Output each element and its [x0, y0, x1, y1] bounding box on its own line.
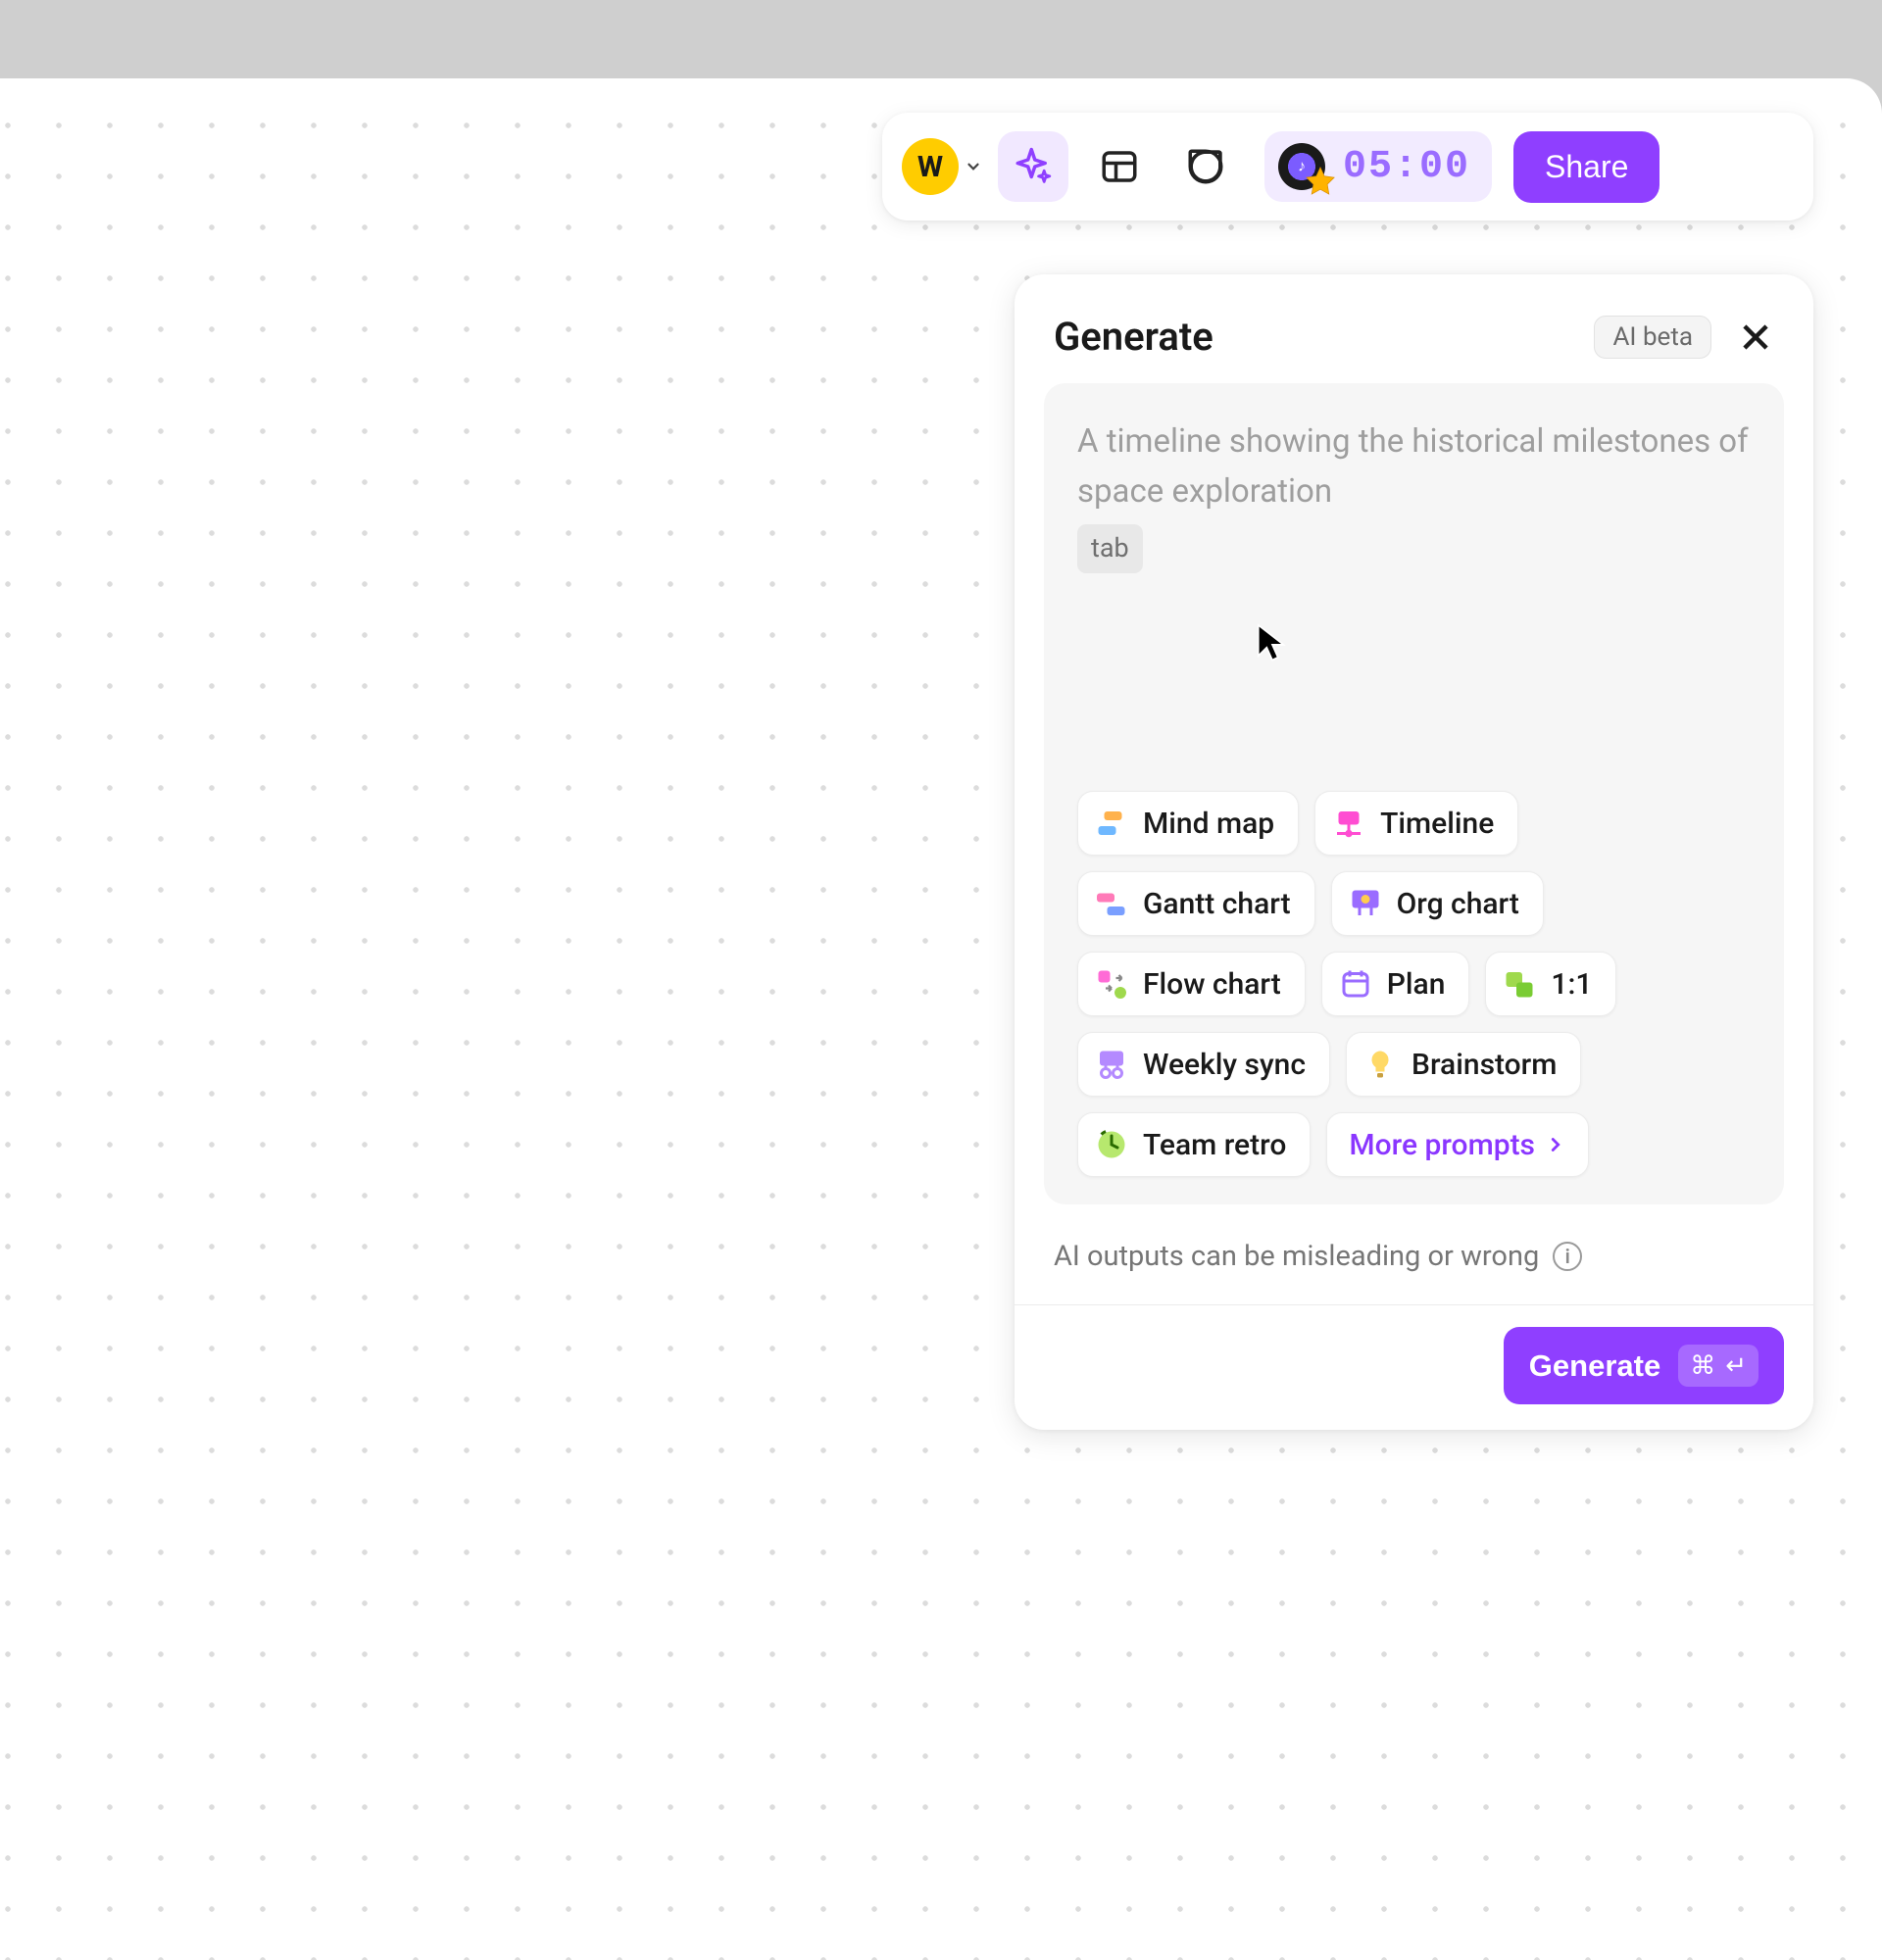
- avatar: W: [902, 138, 959, 195]
- weeklysync-icon: [1094, 1047, 1129, 1082]
- more-prompts-label: More prompts: [1349, 1128, 1535, 1162]
- template-chip-mind-map[interactable]: Mind map: [1077, 791, 1299, 856]
- teamretro-icon: [1094, 1127, 1129, 1162]
- chip-label: Mind map: [1143, 807, 1274, 841]
- timer-widget[interactable]: 05:00: [1264, 131, 1492, 202]
- prompt-placeholder: A timeline showing the historical milest…: [1077, 416, 1751, 573]
- chevron-down-icon: [965, 158, 982, 175]
- generate-panel: Generate AI beta A timeline showing the …: [1015, 274, 1813, 1430]
- chip-label: Org chart: [1397, 887, 1519, 921]
- template-chip-weekly-sync[interactable]: Weekly sync: [1077, 1032, 1330, 1097]
- ai-beta-badge: AI beta: [1594, 316, 1711, 359]
- flowchart-icon: [1094, 966, 1129, 1002]
- close-button[interactable]: [1737, 318, 1774, 356]
- plan-icon: [1338, 966, 1373, 1002]
- template-chip-plan[interactable]: Plan: [1321, 952, 1470, 1016]
- generate-button-label: Generate: [1529, 1348, 1660, 1384]
- tab-hint: tab: [1077, 524, 1143, 573]
- ai-sparkle-button[interactable]: [998, 131, 1068, 202]
- gantt-icon: [1094, 886, 1129, 921]
- timeline-icon: [1331, 806, 1366, 841]
- orgchart-icon: [1348, 886, 1383, 921]
- template-chip-one-on-one[interactable]: 1:1: [1485, 952, 1616, 1016]
- chat-button[interactable]: [1170, 131, 1241, 202]
- chip-label: Brainstorm: [1412, 1048, 1557, 1082]
- shortcut-hint: ⌘ ↵: [1678, 1345, 1758, 1387]
- chip-label: Team retro: [1143, 1128, 1286, 1162]
- chat-icon: [1185, 146, 1226, 187]
- template-chips: Mind map Timeline Gantt chart Org chart: [1077, 791, 1751, 1177]
- panel-title: Generate: [1054, 314, 1578, 360]
- share-button[interactable]: Share: [1513, 131, 1659, 203]
- template-chip-team-retro[interactable]: Team retro: [1077, 1112, 1311, 1177]
- ai-disclaimer: AI outputs can be misleading or wrong i: [1015, 1204, 1813, 1304]
- chip-label: 1:1: [1551, 967, 1592, 1002]
- oneonone-icon: [1502, 966, 1537, 1002]
- brainstorm-icon: [1362, 1047, 1398, 1082]
- close-icon: [1737, 318, 1774, 356]
- generate-button[interactable]: Generate ⌘ ↵: [1504, 1327, 1784, 1404]
- layout-icon: [1099, 146, 1140, 187]
- chip-label: Weekly sync: [1143, 1048, 1306, 1082]
- template-chip-brainstorm[interactable]: Brainstorm: [1346, 1032, 1581, 1097]
- template-chip-timeline[interactable]: Timeline: [1314, 791, 1518, 856]
- timer-vinyl-icon: [1274, 139, 1329, 194]
- chip-label: Gantt chart: [1143, 887, 1291, 921]
- prompt-input-area[interactable]: A timeline showing the historical milest…: [1044, 383, 1784, 1204]
- star-icon: [1304, 165, 1337, 198]
- info-icon[interactable]: i: [1553, 1242, 1582, 1271]
- cursor-pointer-icon: [1255, 622, 1290, 662]
- sparkle-icon: [1013, 146, 1054, 187]
- chip-label: Plan: [1387, 967, 1446, 1002]
- chip-label: Flow chart: [1143, 967, 1281, 1002]
- top-toolbar: W 05:00 Share: [882, 113, 1813, 220]
- chip-label: Timeline: [1380, 807, 1494, 841]
- user-menu[interactable]: W: [902, 138, 982, 195]
- timer-value: 05:00: [1343, 145, 1470, 189]
- chevron-right-icon: [1545, 1134, 1566, 1155]
- mindmap-icon: [1094, 806, 1129, 841]
- template-chip-org-chart[interactable]: Org chart: [1331, 871, 1544, 936]
- more-prompts-button[interactable]: More prompts: [1326, 1112, 1589, 1177]
- template-chip-flow-chart[interactable]: Flow chart: [1077, 952, 1306, 1016]
- layout-button[interactable]: [1084, 131, 1155, 202]
- template-chip-gantt[interactable]: Gantt chart: [1077, 871, 1315, 936]
